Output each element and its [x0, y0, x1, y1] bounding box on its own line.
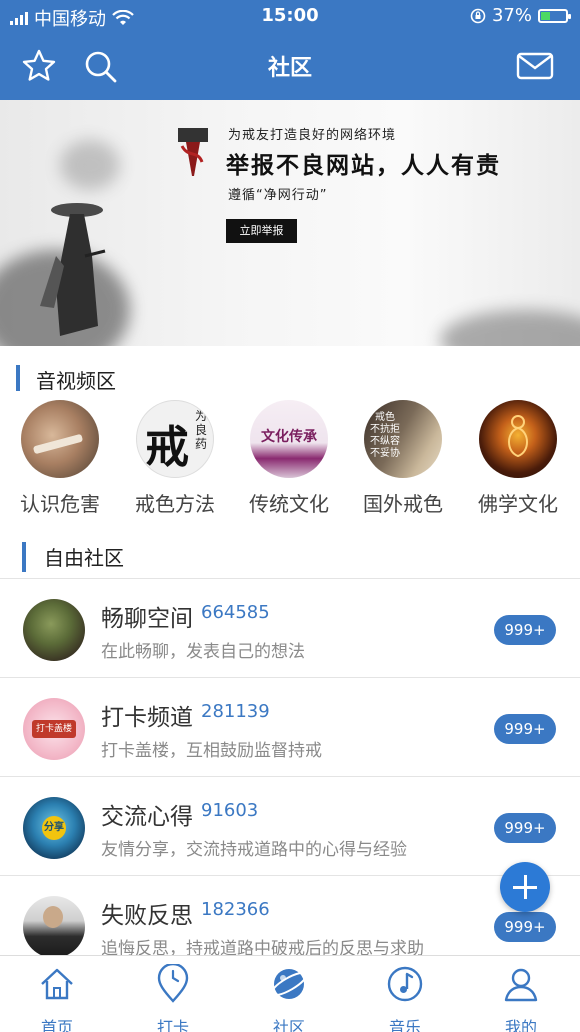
tradition-thumbnail-text: 文化传承 — [261, 429, 317, 445]
video-section-header: 音视频区 — [0, 362, 580, 394]
status-bar: 中国移动 15:00 37% — [0, 0, 580, 32]
profile-icon — [504, 968, 538, 1002]
channel-description: 打卡盖楼，互相鼓励监督持戒 — [101, 741, 322, 761]
video-item-buddhism[interactable]: 佛学文化 — [463, 400, 573, 517]
ink-wash-decoration — [440, 310, 580, 346]
list-item[interactable]: 畅聊空间 664585 在此畅聊，发表自己的想法 999+ — [0, 579, 580, 678]
ink-wash-decoration — [60, 140, 120, 190]
tab-label: 社区 — [272, 1018, 305, 1032]
video-item-harm[interactable]: 认识危害 — [5, 400, 115, 517]
unread-badge: 999+ — [494, 813, 556, 843]
checkin-channel-avatar: 打卡盖楼 — [23, 698, 85, 760]
tab-label: 首页 — [40, 1018, 73, 1032]
video-item-label: 传统文化 — [249, 492, 329, 516]
channel-description: 友情分享，交流持戒道路中的心得与经验 — [101, 840, 407, 860]
video-item-label: 认识危害 — [20, 492, 100, 516]
foreign-thumbnail: 戒色 不抗拒 不纵容 不妥协 — [364, 400, 442, 478]
rotation-lock-icon — [470, 8, 486, 23]
unread-badge: 999+ — [494, 714, 556, 744]
tab-label: 我的 — [504, 1018, 537, 1032]
video-item-label: 佛学文化 — [478, 492, 558, 516]
tab-checkin[interactable]: 打卡 — [128, 962, 218, 1032]
tab-community[interactable]: 社区 — [244, 964, 334, 1032]
member-count: 664585 — [201, 602, 270, 623]
app-header: 中国移动 15:00 37% 社区 — [0, 0, 580, 100]
music-icon — [387, 966, 423, 1002]
unread-badge: 999+ — [494, 615, 556, 645]
tab-profile[interactable]: 我的 — [476, 964, 566, 1032]
video-item-foreign[interactable]: 戒色 不抗拒 不纵容 不妥协 国外戒色 — [348, 400, 458, 517]
status-right: 37% — [470, 5, 571, 26]
channel-name: 畅聊空间 — [101, 606, 193, 632]
community-section-header: 自由社区 — [0, 540, 580, 576]
method-thumbnail-text: 戒 — [145, 422, 189, 473]
home-icon — [41, 968, 73, 1000]
foreign-thumbnail-text: 戒色 不抗拒 不纵容 不妥协 — [370, 412, 400, 459]
channel-name: 失败反思 — [101, 903, 193, 929]
community-section-title: 自由社区 — [44, 546, 124, 570]
experience-thumbnail-text: 分享 — [42, 816, 66, 840]
unread-badge: 999+ — [494, 912, 556, 942]
tradition-thumbnail: 文化传承 — [250, 400, 328, 478]
harm-thumbnail — [21, 400, 99, 478]
banner-subtitle-2: 遵循“净网行动” — [228, 188, 328, 203]
method-thumbnail-text-2: 为良药 — [194, 409, 207, 451]
video-item-label: 国外戒色 — [363, 492, 443, 516]
swordsman-illustration — [40, 203, 106, 336]
method-thumbnail: 戒 为良药 — [136, 400, 214, 478]
report-banner[interactable]: 为戒友打造良好的网络环境 举报不良网站，人人有责 遵循“净网行动” 立即举报 — [0, 100, 580, 346]
tab-music[interactable]: 音乐 — [360, 964, 450, 1032]
page-title: 社区 — [267, 56, 312, 81]
planet-icon — [270, 969, 308, 999]
report-now-button[interactable]: 立即举报 — [226, 219, 297, 243]
brush-logo — [178, 128, 208, 176]
banner-headline: 举报不良网站，人人有责 — [226, 153, 501, 179]
member-count: 281139 — [201, 701, 270, 722]
section-accent-bar — [22, 542, 26, 572]
channel-description: 在此畅聊，发表自己的想法 — [101, 642, 305, 662]
video-section-title: 音视频区 — [36, 369, 116, 393]
chat-space-avatar — [23, 599, 85, 661]
list-item[interactable]: 失败反思 182366 追悔反思，持戒道路中破戒后的反思与求助 999+ — [0, 876, 580, 959]
checkin-thumbnail-text: 打卡盖楼 — [32, 720, 76, 738]
nav-bar: 社区 — [0, 36, 580, 96]
video-item-method[interactable]: 戒 为良药 戒色方法 — [120, 400, 230, 517]
buddhism-thumbnail — [479, 400, 557, 478]
channel-name: 交流心得 — [101, 804, 193, 830]
member-count: 182366 — [201, 899, 270, 920]
tab-label: 打卡 — [156, 1018, 189, 1032]
checkin-icon — [157, 962, 189, 1003]
battery-icon — [538, 8, 571, 23]
tab-home[interactable]: 首页 — [12, 964, 102, 1032]
mail-icon[interactable] — [516, 48, 554, 84]
member-count: 91603 — [201, 800, 259, 821]
video-item-tradition[interactable]: 文化传承 传统文化 — [234, 400, 344, 517]
bottom-tab-bar: 首页 打卡 社区 音乐 我的 — [0, 955, 580, 1032]
battery-level — [541, 11, 550, 20]
battery-percent: 37% — [491, 5, 532, 26]
section-accent-bar — [16, 365, 20, 391]
add-post-button[interactable] — [500, 862, 550, 912]
channel-name: 打卡频道 — [101, 705, 193, 731]
video-item-label: 戒色方法 — [135, 492, 215, 516]
tab-label: 音乐 — [388, 1018, 421, 1032]
experience-channel-avatar: 分享 — [23, 797, 85, 859]
video-category-row: 认识危害 戒 为良药 戒色方法 文化传承 传统文化 戒色 不抗拒 不纵容 不妥协… — [0, 400, 580, 520]
community-list: 畅聊空间 664585 在此畅聊，发表自己的想法 999+ 打卡盖楼 打卡频道 … — [0, 578, 580, 959]
buddha-silhouette-icon — [508, 415, 528, 458]
list-item[interactable]: 分享 交流心得 91603 友情分享，交流持戒道路中的心得与经验 999+ — [0, 777, 580, 876]
list-item[interactable]: 打卡盖楼 打卡频道 281139 打卡盖楼，互相鼓励监督持戒 999+ — [0, 678, 580, 777]
banner-subtitle: 为戒友打造良好的网络环境 — [228, 128, 397, 143]
reflection-channel-avatar — [23, 896, 85, 958]
